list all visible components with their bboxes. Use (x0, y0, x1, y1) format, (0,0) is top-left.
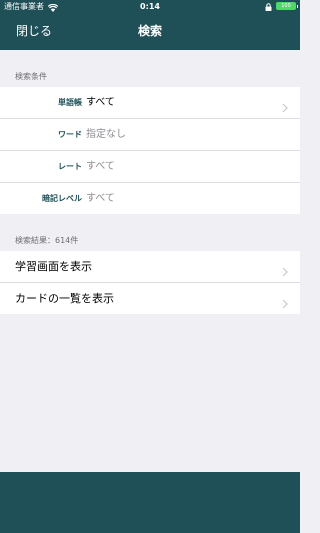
show-study-screen-row[interactable]: 学習画面を表示 (0, 251, 300, 283)
results-section-header: 検索結果：614件 (15, 236, 79, 245)
condition-row-rate[interactable]: レート すべて (0, 151, 300, 183)
condition-label: 暗記レベル (42, 194, 82, 203)
condition-label: レート (58, 162, 82, 171)
nav-bar: 閉じる 検索 (0, 13, 300, 50)
status-bar: 通信事業者 0:14 100 (0, 0, 300, 13)
show-card-list-row[interactable]: カードの一覧を表示 (0, 283, 300, 314)
results-group: 学習画面を表示 カードの一覧を表示 (0, 251, 300, 314)
condition-value: すべて (86, 97, 115, 108)
condition-row-word[interactable]: ワード 指定なし (0, 119, 300, 151)
condition-row-wordbook[interactable]: 単語帳 すべて (0, 87, 300, 119)
chevron-right-icon (282, 262, 288, 277)
battery-icon: 100 (276, 2, 298, 10)
condition-value: すべて (86, 193, 115, 204)
conditions-section-header: 検索条件 (15, 72, 47, 81)
bottom-bar (0, 472, 300, 533)
result-label: カードの一覧を表示 (15, 292, 114, 305)
chevron-right-icon (282, 98, 288, 113)
condition-value: 指定なし (86, 129, 126, 140)
result-label: 学習画面を表示 (15, 260, 92, 273)
conditions-group: 単語帳 すべて ワード 指定なし レート すべて 暗記レベル すべて (0, 87, 300, 214)
status-indicators: 100 (265, 2, 298, 11)
condition-value: すべて (86, 161, 115, 172)
orientation-lock-icon (265, 2, 272, 11)
page-title: 検索 (137, 24, 162, 38)
chevron-right-icon (282, 294, 288, 309)
clock: 0:14 (140, 2, 160, 11)
condition-label: 単語帳 (58, 98, 82, 107)
condition-label: ワード (58, 130, 82, 139)
header: 通信事業者 0:14 100 閉じる 検索 (0, 0, 300, 50)
condition-row-memory-level[interactable]: 暗記レベル すべて (0, 183, 300, 214)
